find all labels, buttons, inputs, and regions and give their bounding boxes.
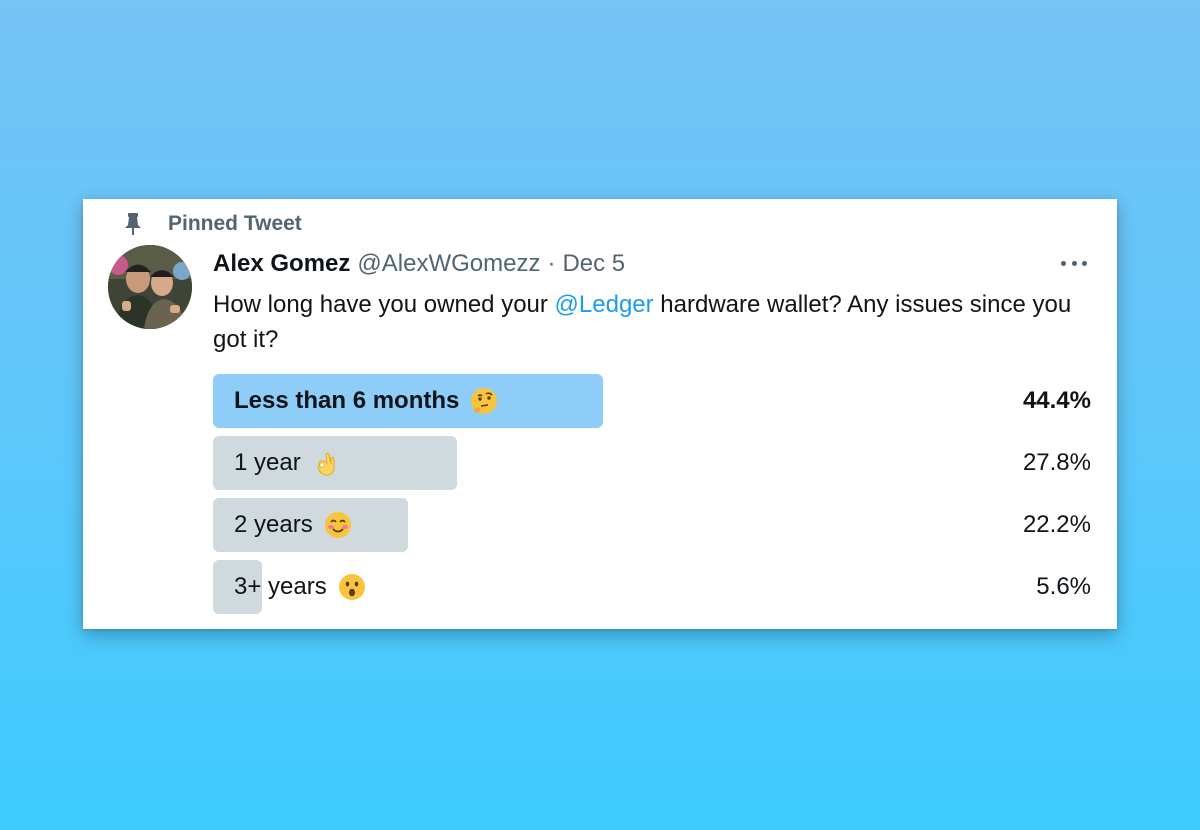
poll-option-text: 1 year	[234, 449, 301, 476]
poll-option-percent: 27.8%	[1022, 449, 1091, 476]
thinking-face-emoji-icon	[471, 388, 498, 414]
poll-option-label: 2 years	[234, 498, 353, 552]
pinned-tweet-card[interactable]: Pinned Tweet Alex Gomez @AlexWGomezz · D…	[83, 199, 1117, 629]
mention-link[interactable]: @Ledger	[555, 291, 654, 318]
author-name[interactable]: Alex Gomez	[213, 250, 350, 278]
tweet-text: How long have you owned your @Ledger har…	[213, 287, 1093, 357]
more-options-icon[interactable]	[1061, 261, 1087, 269]
poll-option-label: Less than 6 months	[234, 374, 499, 428]
poll: Less than 6 months 44.4% 1 year 27.8% 2 …	[213, 374, 1091, 622]
tweet-header: Alex Gomez @AlexWGomezz · Dec 5	[213, 247, 625, 281]
pinned-indicator: Pinned Tweet	[125, 211, 302, 237]
poll-option-text: Less than 6 months	[234, 387, 460, 414]
poll-option-text: 3+ years	[234, 573, 327, 600]
avatar-photo	[108, 245, 192, 329]
pin-icon	[125, 213, 141, 235]
ok-hand-emoji-icon	[317, 452, 335, 476]
poll-option-label: 1 year	[234, 436, 341, 490]
poll-option-percent: 5.6%	[1036, 573, 1091, 600]
poll-option[interactable]: 2 years 22.2%	[213, 498, 1091, 552]
tweet-date[interactable]: Dec 5	[562, 250, 625, 278]
pinned-tweet-label: Pinned Tweet	[168, 212, 302, 235]
poll-option-percent: 44.4%	[1022, 387, 1091, 414]
poll-option[interactable]: 3+ years 5.6%	[213, 560, 1091, 614]
smiling-face-emoji-icon	[324, 512, 351, 538]
poll-option-text: 2 years	[234, 511, 313, 538]
avatar[interactable]	[108, 245, 192, 329]
poll-option-percent: 22.2%	[1022, 511, 1091, 538]
separator-dot: ·	[547, 250, 556, 277]
astonished-face-emoji-icon	[338, 574, 365, 600]
poll-option[interactable]: 1 year 27.8%	[213, 436, 1091, 490]
poll-option[interactable]: Less than 6 months 44.4%	[213, 374, 1091, 428]
tweet-text-start: How long have you owned your	[213, 291, 555, 318]
poll-option-label: 3+ years	[234, 560, 367, 614]
author-handle[interactable]: @AlexWGomezz	[357, 250, 540, 278]
